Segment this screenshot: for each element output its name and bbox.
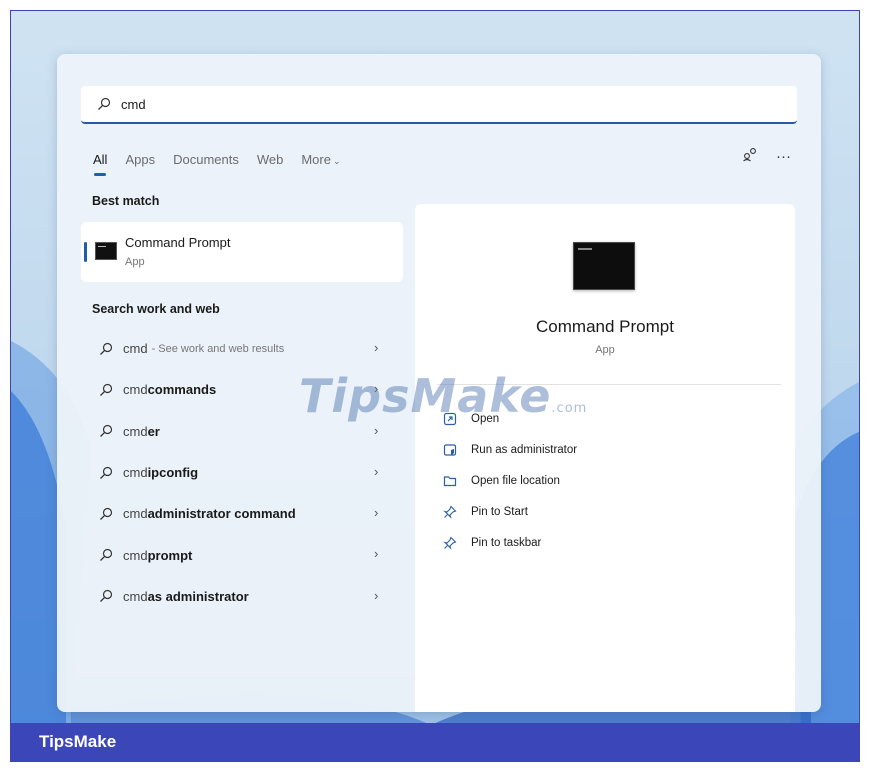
search-results-list: cmd - See work and web results › cmd comman… — [81, 328, 407, 617]
best-match-title: Command Prompt — [125, 235, 231, 250]
command-prompt-icon — [95, 242, 117, 260]
result-completion: ipconfig — [147, 465, 199, 481]
search-icon — [100, 383, 113, 396]
action-label: Run as administrator — [471, 443, 578, 456]
action-pin-to-start[interactable]: Pin to Start — [443, 497, 577, 528]
result-query: cmd — [123, 382, 148, 398]
result-completion: prompt — [147, 547, 193, 563]
chevron-down-icon: ⌄ — [332, 156, 341, 166]
result-completion: er — [147, 423, 160, 439]
chevron-right-icon[interactable]: › — [374, 588, 378, 603]
result-query: cmd — [123, 506, 148, 522]
chevron-right-icon[interactable]: › — [374, 423, 378, 438]
folder-icon — [443, 474, 457, 488]
preview-pane: Command Prompt App Open Run as administra… — [415, 204, 795, 712]
search-icon — [100, 342, 113, 355]
action-label: Pin to Start — [471, 506, 528, 519]
share-icon[interactable] — [742, 146, 758, 166]
search-icon — [100, 507, 113, 520]
screenshot-frame: All Apps Documents Web More⌄ ··· Best ma… — [10, 10, 860, 762]
selection-indicator — [84, 242, 87, 262]
search-result-row[interactable]: cmd as administrator › — [81, 576, 407, 617]
search-result-row[interactable]: cmd er › — [81, 411, 407, 452]
search-icon — [100, 466, 113, 479]
search-icon — [100, 549, 113, 562]
filter-tabs: All Apps Documents Web More ⌄ — [93, 152, 359, 176]
tab-documents[interactable]: Documents — [173, 152, 239, 167]
start-search-panel: All Apps Documents Web More⌄ ··· Best ma… — [57, 54, 821, 712]
chevron-right-icon[interactable]: › — [374, 340, 378, 355]
chevron-right-icon[interactable]: › — [374, 381, 378, 396]
tab-more[interactable]: More ⌄ — [301, 152, 340, 167]
action-label: Pin to taskbar — [471, 537, 542, 550]
chevron-right-icon[interactable]: › — [374, 464, 378, 479]
result-completion: commands — [147, 382, 217, 398]
tab-apps[interactable]: Apps — [125, 152, 155, 167]
top-right-icons: ··· — [742, 146, 791, 166]
footer-bar: TipsMake — [11, 723, 859, 761]
more-options-icon[interactable]: ··· — [776, 148, 791, 165]
search-result-row[interactable]: cmd prompt › — [81, 534, 407, 575]
chevron-right-icon[interactable]: › — [374, 505, 378, 520]
action-label: Open file location — [471, 474, 560, 487]
shield-icon — [443, 443, 457, 457]
footer-brand: TipsMake — [39, 732, 117, 751]
best-match-card[interactable]: Command Prompt App — [81, 222, 403, 282]
result-query: cmd — [123, 547, 148, 563]
action-open[interactable]: Open — [443, 403, 577, 434]
preview-title: Command Prompt — [536, 317, 674, 336]
action-run-as-administrator[interactable]: Run as administrator — [443, 434, 577, 465]
preview-subtitle: App — [595, 344, 615, 356]
pin-icon — [443, 536, 457, 551]
result-query: cmd — [123, 588, 148, 604]
pin-icon — [443, 505, 457, 519]
search-result-row[interactable]: cmd ipconfig › — [81, 452, 407, 493]
search-result-row[interactable]: cmd - See work and web results › — [81, 328, 407, 369]
command-prompt-large-icon — [573, 242, 635, 290]
result-query: cmd — [123, 423, 148, 439]
search-web-heading: Search work and web — [92, 302, 220, 316]
result-query: cmd — [123, 341, 148, 357]
search-result-row[interactable]: cmd commands › — [81, 369, 407, 410]
search-input[interactable] — [121, 96, 721, 112]
tab-more-label: More — [301, 152, 331, 167]
chevron-right-icon[interactable]: › — [374, 546, 378, 561]
action-open-file-location[interactable]: Open file location — [443, 465, 577, 496]
tab-web[interactable]: Web — [257, 152, 284, 167]
best-match-subtitle: App — [125, 256, 145, 268]
results-column: Best match Command Prompt App Search wor… — [81, 194, 407, 617]
tab-all[interactable]: All — [93, 152, 107, 176]
search-box[interactable] — [81, 86, 797, 124]
search-icon — [98, 97, 111, 110]
best-match-heading: Best match — [92, 194, 160, 208]
search-icon — [100, 425, 113, 438]
search-result-row[interactable]: cmd administrator command › — [81, 493, 407, 534]
result-hint: - See work and web results — [151, 342, 285, 355]
preview-divider — [437, 384, 781, 385]
result-query: cmd — [123, 465, 148, 481]
result-completion: as administrator — [147, 588, 249, 604]
preview-actions: Open Run as administrator Open file locati… — [443, 403, 577, 559]
search-icon — [100, 590, 113, 603]
result-completion: administrator command — [147, 506, 296, 522]
action-label: Open — [471, 412, 500, 425]
action-pin-to-taskbar[interactable]: Pin to taskbar — [443, 528, 577, 559]
open-icon — [443, 412, 457, 426]
